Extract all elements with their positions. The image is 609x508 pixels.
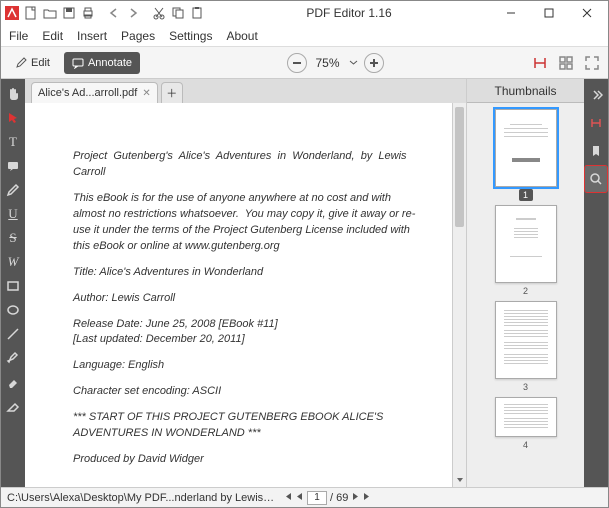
first-page-button[interactable] (283, 492, 292, 504)
zoom-out-button[interactable] (287, 53, 307, 73)
doc-line: Produced by David Widger (73, 452, 418, 468)
right-panel-strip (584, 79, 608, 487)
minimize-button[interactable] (492, 1, 530, 25)
doc-line: Release Date: June 25, 2008 [EBook #11] … (73, 317, 418, 349)
annotate-mode-label: Annotate (88, 57, 132, 69)
title-bar: PDF Editor 1.16 (1, 1, 608, 25)
edit-mode-button[interactable]: Edit (7, 52, 58, 74)
prev-page-button[interactable] (295, 492, 304, 504)
copy-icon[interactable] (170, 5, 186, 21)
close-button[interactable] (568, 1, 606, 25)
pencil-tool[interactable] (2, 179, 24, 201)
save-icon[interactable] (61, 5, 77, 21)
thumbnail-number: 4 (519, 439, 533, 451)
menu-file[interactable]: File (9, 29, 28, 43)
undo-icon[interactable] (106, 5, 122, 21)
thumbnails-header: Thumbnails (467, 79, 584, 103)
bookmarks-panel-button[interactable] (585, 138, 607, 164)
note-tool[interactable] (2, 155, 24, 177)
thumbnail-page (495, 109, 557, 187)
zoom-in-button[interactable] (364, 53, 384, 73)
thumbnail-page (495, 205, 557, 283)
menu-settings[interactable]: Settings (169, 29, 212, 43)
main-area: T U S W Alice's Ad...arroll.pdf ✕ ＋ Proje… (1, 79, 608, 487)
hand-tool[interactable] (2, 83, 24, 105)
thumbnail-page (495, 397, 557, 437)
zoom-value[interactable]: 75% (313, 56, 343, 70)
menu-about[interactable]: About (226, 29, 257, 43)
vertical-scrollbar[interactable] (452, 103, 466, 487)
thumbnails-panel: Thumbnails 1 2 3 (466, 79, 584, 487)
edit-mode-label: Edit (31, 57, 50, 69)
redo-icon[interactable] (125, 5, 141, 21)
menu-insert[interactable]: Insert (77, 29, 107, 43)
open-icon[interactable] (42, 5, 58, 21)
thumbnail-number: 1 (519, 189, 533, 201)
squiggly-tool[interactable]: W (2, 251, 24, 273)
document-tab[interactable]: Alice's Ad...arroll.pdf ✕ (31, 82, 158, 103)
select-tool[interactable] (2, 107, 24, 129)
doc-line: Language: English (73, 358, 418, 374)
thumbnail-page (495, 301, 557, 379)
status-bar: C:\Users\Alexa\Desktop\My PDF...nderland… (1, 487, 608, 507)
cut-icon[interactable] (151, 5, 167, 21)
doc-line: *** START OF THIS PROJECT GUTENBERG EBOO… (73, 410, 418, 442)
tab-close-icon[interactable]: ✕ (142, 88, 150, 99)
thumbnail-number: 2 (519, 285, 533, 297)
thumbnails-panel-button[interactable] (585, 110, 607, 136)
thumbnail-item[interactable]: 3 (495, 301, 557, 393)
page-total: / 69 (330, 492, 348, 504)
multi-page-view-button[interactable] (556, 53, 576, 73)
current-page-input[interactable]: 1 (307, 491, 327, 505)
paste-icon[interactable] (189, 5, 205, 21)
thumbnail-number: 3 (519, 381, 533, 393)
menu-pages[interactable]: Pages (121, 29, 155, 43)
rectangle-tool[interactable] (2, 275, 24, 297)
whiteout-tool[interactable] (2, 395, 24, 417)
menu-edit[interactable]: Edit (42, 29, 63, 43)
strikethrough-tool[interactable]: S (2, 227, 24, 249)
page-content: Project Gutenberg's Alice's Adventures i… (47, 111, 444, 479)
print-icon[interactable] (80, 5, 96, 21)
text-tool[interactable]: T (2, 131, 24, 153)
thumbnail-item[interactable]: 2 (495, 205, 557, 297)
zoom-dropdown-icon[interactable] (349, 58, 358, 67)
doc-line: This eBook is for the use of anyone anyw… (73, 191, 418, 255)
page-nav: 1 / 69 (283, 491, 372, 505)
annotate-mode-button[interactable]: Annotate (64, 52, 140, 74)
eraser-tool[interactable] (2, 371, 24, 393)
underline-tool[interactable]: U (2, 203, 24, 225)
file-path: C:\Users\Alexa\Desktop\My PDF...nderland… (7, 492, 277, 504)
doc-line: Project Gutenberg's Alice's Adventures i… (73, 149, 418, 181)
scrollbar-thumb[interactable] (455, 107, 464, 227)
doc-line: Character set encoding: ASCII (73, 384, 418, 400)
next-page-button[interactable] (351, 492, 360, 504)
scroll-down-icon[interactable] (453, 473, 466, 487)
last-page-button[interactable] (363, 492, 372, 504)
line-tool[interactable] (2, 323, 24, 345)
doc-line: Author: Lewis Carroll (73, 291, 418, 307)
tab-bar: Alice's Ad...arroll.pdf ✕ ＋ (25, 79, 466, 103)
page-viewport[interactable]: Project Gutenberg's Alice's Adventures i… (25, 103, 466, 487)
collapse-panel-button[interactable] (585, 82, 607, 108)
highlight-tool[interactable] (2, 347, 24, 369)
search-panel-button[interactable] (585, 166, 607, 192)
thumbnail-item[interactable]: 4 (495, 397, 557, 451)
app-title: PDF Editor 1.16 (206, 6, 492, 20)
main-toolbar: Edit Annotate 75% (1, 47, 608, 79)
app-icon (4, 5, 20, 21)
doc-line: Title: Alice's Adventures in Wonderland (73, 265, 418, 281)
fullscreen-button[interactable] (582, 53, 602, 73)
document-area: Alice's Ad...arroll.pdf ✕ ＋ Project Guten… (25, 79, 466, 487)
thumbnail-item[interactable]: 1 (495, 109, 557, 201)
left-tool-strip: T U S W (1, 79, 25, 487)
tab-label: Alice's Ad...arroll.pdf (38, 87, 137, 99)
new-icon[interactable] (23, 5, 39, 21)
thumbnails-list[interactable]: 1 2 3 4 (467, 103, 584, 487)
menu-bar: File Edit Insert Pages Settings About (1, 25, 608, 47)
single-page-view-button[interactable] (530, 53, 550, 73)
maximize-button[interactable] (530, 1, 568, 25)
new-tab-button[interactable]: ＋ (161, 82, 183, 103)
ellipse-tool[interactable] (2, 299, 24, 321)
